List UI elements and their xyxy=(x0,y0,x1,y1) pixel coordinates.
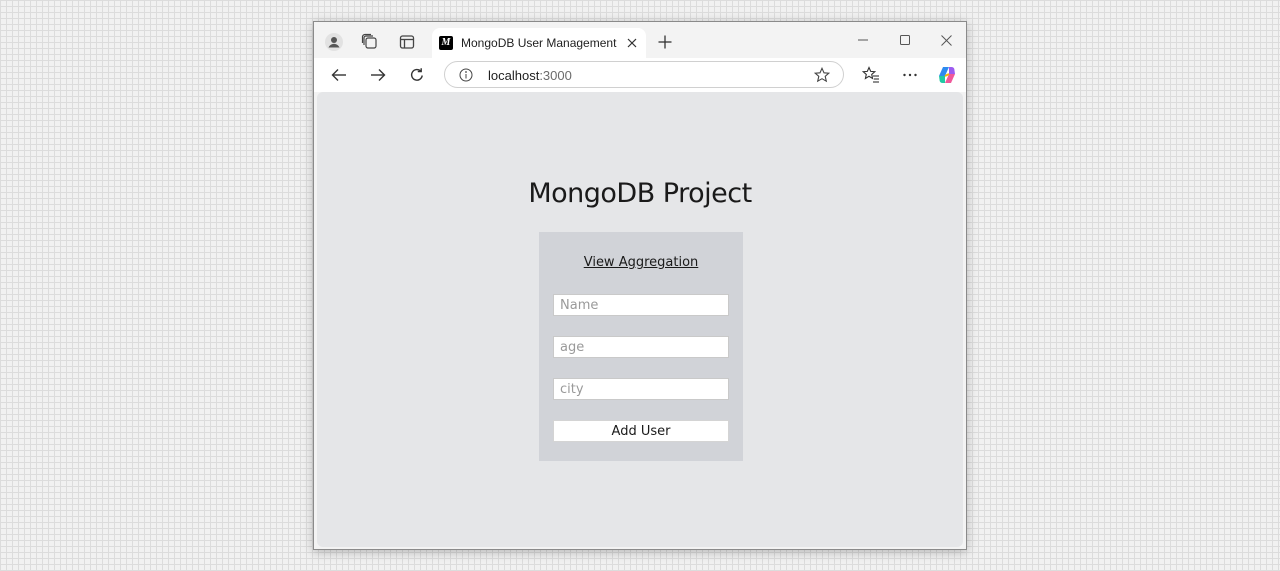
ellipsis-icon[interactable] xyxy=(898,63,922,87)
age-input[interactable] xyxy=(553,336,729,358)
forward-arrow-icon[interactable] xyxy=(366,63,390,87)
address-bar[interactable]: localhost:3000 xyxy=(444,61,844,88)
mongodb-favicon: M xyxy=(439,36,453,50)
plus-icon[interactable] xyxy=(654,31,676,53)
close-icon[interactable] xyxy=(931,30,961,50)
tab-active[interactable]: M MongoDB User Management xyxy=(432,28,646,58)
name-input[interactable] xyxy=(553,294,729,316)
info-icon[interactable] xyxy=(458,67,474,83)
user-form-card: View Aggregation Add User xyxy=(539,232,743,461)
tab-bar: M MongoDB User Management xyxy=(314,22,966,58)
url-text[interactable]: localhost:3000 xyxy=(488,68,572,83)
workspaces-icon[interactable] xyxy=(359,31,381,53)
navigation-toolbar: localhost:3000 xyxy=(314,58,966,92)
url-host: localhost xyxy=(488,68,540,83)
favorites-icon[interactable] xyxy=(859,63,883,87)
profile-icon[interactable] xyxy=(323,31,345,53)
page-title: MongoDB Project xyxy=(528,178,752,209)
view-aggregation-link[interactable]: View Aggregation xyxy=(539,255,743,270)
refresh-icon[interactable] xyxy=(405,63,429,87)
page-viewport: MongoDB Project View Aggregation Add Use… xyxy=(317,92,963,547)
add-user-button[interactable]: Add User xyxy=(553,420,729,442)
city-input[interactable] xyxy=(553,378,729,400)
close-icon[interactable] xyxy=(624,35,640,51)
maximize-icon[interactable] xyxy=(890,30,920,50)
vertical-tabs-icon[interactable] xyxy=(396,31,418,53)
back-arrow-icon[interactable] xyxy=(327,63,351,87)
star-icon[interactable] xyxy=(813,66,831,84)
tab-title: MongoDB User Management xyxy=(461,36,617,50)
minimize-icon[interactable] xyxy=(848,30,878,50)
copilot-icon[interactable] xyxy=(935,63,959,87)
browser-window: M MongoDB User Management localhost:3000… xyxy=(313,21,967,550)
url-port: :3000 xyxy=(539,68,572,83)
